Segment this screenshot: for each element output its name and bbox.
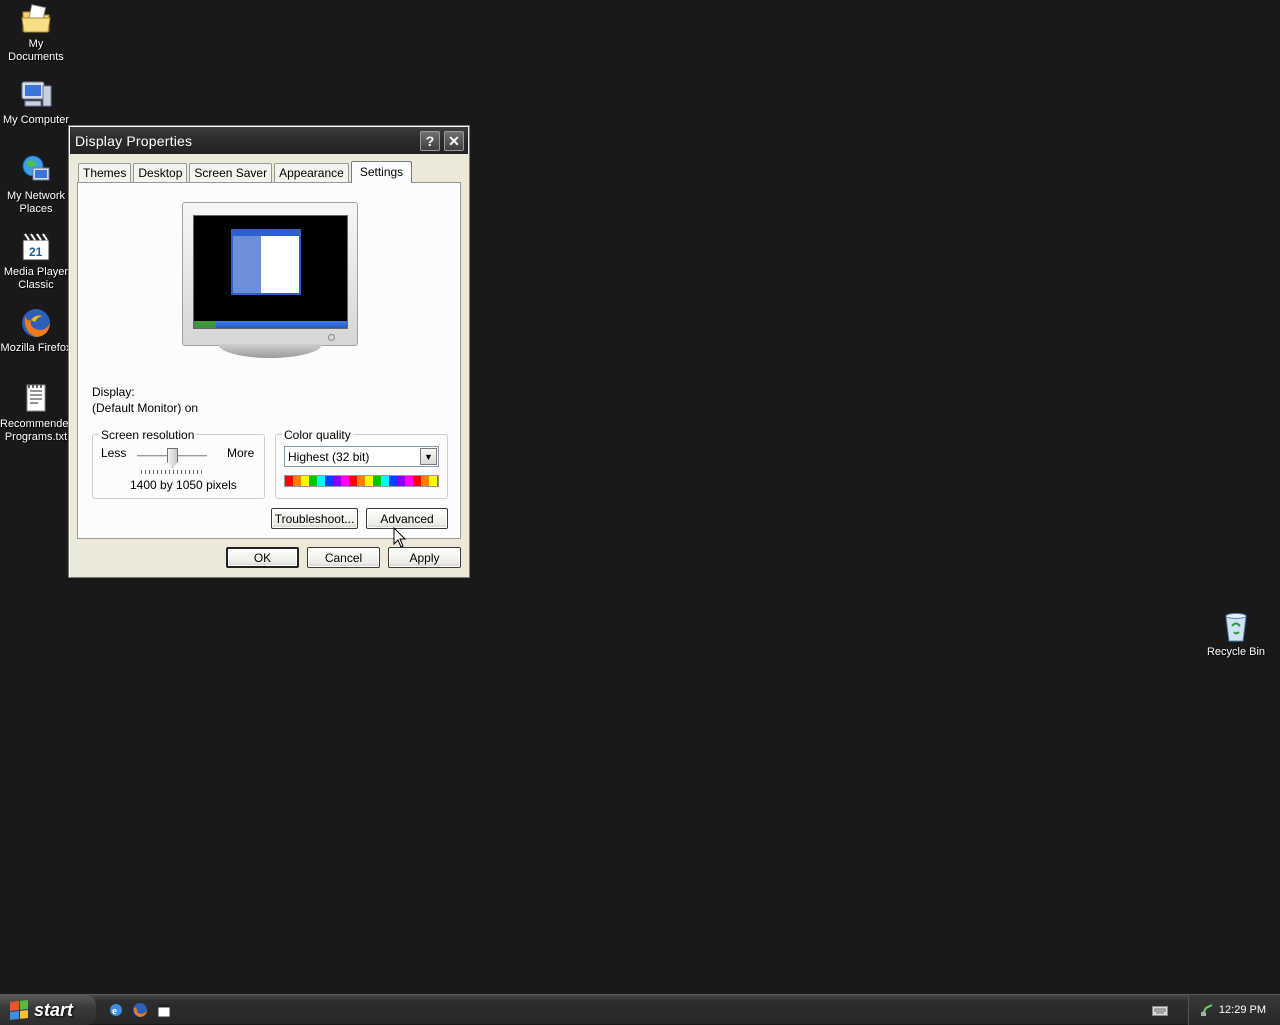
taskbar: start e 12:29 PM — [0, 994, 1280, 1025]
mouse-cursor-icon — [393, 527, 407, 548]
preview-taskbar — [194, 321, 347, 328]
cancel-button[interactable]: Cancel — [307, 547, 380, 568]
internet-explorer-icon[interactable]: e — [108, 1002, 124, 1018]
my-documents-icon — [21, 4, 51, 33]
monitor-stand — [218, 344, 322, 358]
clock[interactable]: 12:29 PM — [1219, 1004, 1266, 1016]
monitor-screen — [193, 215, 348, 329]
firefox-icon[interactable] — [132, 1002, 148, 1018]
dialog-title: Display Properties — [75, 132, 193, 149]
tab-appearance[interactable]: Appearance — [274, 163, 349, 183]
desktop-icon-recycle-bin[interactable]: Recycle Bin — [1200, 610, 1272, 659]
apply-button[interactable]: Apply — [388, 547, 461, 568]
windows-logo-icon — [10, 1000, 28, 1020]
desktop-icon-label: My Computer — [2, 114, 70, 126]
color-quality-value: Highest (32 bit) — [288, 450, 370, 464]
color-quality-title: Color quality — [282, 428, 353, 442]
network-places-icon — [22, 155, 50, 181]
close-button[interactable]: ✕ — [444, 131, 464, 151]
desktop-icon-network-places[interactable]: My Network Places — [0, 154, 72, 216]
media-player-classic-icon[interactable] — [156, 1002, 172, 1018]
resolution-more-label: More — [227, 446, 255, 460]
display-value: (Default Monitor) on — [92, 401, 199, 415]
desktop-icon-my-computer[interactable]: My Computer — [0, 78, 72, 127]
desktop-icon-label: My Documents — [8, 38, 64, 63]
resolution-value: 1400 by 1050 pixels — [130, 478, 237, 492]
desktop-icon-recommended-programs[interactable]: Recommended Programs.txt — [0, 382, 72, 444]
display-properties-dialog: Display Properties ? ✕ Themes Desktop Sc… — [68, 125, 470, 578]
start-label: start — [34, 999, 74, 1020]
media-player-classic-icon: 21 — [22, 233, 50, 261]
color-quality-select[interactable]: Highest (32 bit) ▼ — [284, 446, 439, 467]
troubleshoot-button[interactable]: Troubleshoot... — [271, 508, 358, 529]
help-button[interactable]: ? — [420, 131, 440, 151]
tab-themes[interactable]: Themes — [78, 163, 132, 183]
text-file-icon — [26, 384, 46, 412]
resolution-less-label: Less — [101, 446, 127, 460]
chevron-down-icon[interactable]: ▼ — [420, 448, 437, 465]
my-computer-icon — [21, 81, 52, 107]
monitor-frame — [182, 202, 358, 346]
ok-button[interactable]: OK — [226, 547, 299, 568]
advanced-button[interactable]: Advanced — [366, 508, 448, 529]
resolution-slider-ticks — [141, 470, 205, 474]
monitor-power-led — [328, 334, 335, 341]
settings-panel: Display: (Default Monitor) on Screen res… — [77, 182, 461, 539]
dialog-titlebar[interactable]: Display Properties ? ✕ — [70, 127, 468, 154]
tab-settings[interactable]: Settings — [350, 161, 413, 183]
svg-text:e: e — [112, 1005, 117, 1017]
color-spectrum-bar — [284, 475, 439, 487]
tab-strip: Themes Desktop Screen Saver Appearance S… — [78, 161, 414, 183]
desktop-icon-media-player-classic[interactable]: 21 Media Player Classic — [0, 230, 72, 292]
monitor-preview — [182, 202, 360, 358]
desktop-icon-label: Recycle Bin — [1206, 646, 1266, 658]
keyboard-icon[interactable] — [1152, 1004, 1168, 1016]
close-icon: ✕ — [448, 132, 460, 149]
desktop-icon-label: Recommended Programs.txt — [0, 418, 72, 443]
help-icon: ? — [425, 133, 435, 149]
tab-screen-saver[interactable]: Screen Saver — [189, 163, 273, 183]
preview-window — [231, 229, 301, 295]
start-button[interactable]: start — [0, 995, 96, 1025]
recycle-bin-icon — [1225, 613, 1247, 642]
display-label: Display: — [92, 385, 135, 399]
svg-text:21: 21 — [29, 245, 43, 259]
desktop-icon-label: Mozilla Firefox — [0, 342, 72, 354]
system-tray: 12:29 PM — [1188, 995, 1280, 1025]
desktop-icon-label: My Network Places — [6, 190, 66, 215]
firefox-icon — [22, 309, 50, 337]
desktop-icon-my-documents[interactable]: My Documents — [0, 2, 72, 64]
screen-resolution-title: Screen resolution — [99, 428, 197, 442]
tab-desktop[interactable]: Desktop — [133, 163, 188, 183]
desktop-icon-firefox[interactable]: Mozilla Firefox — [0, 306, 72, 355]
network-icon[interactable] — [1199, 1002, 1215, 1018]
desktop-icon-label: Media Player Classic — [3, 266, 69, 291]
